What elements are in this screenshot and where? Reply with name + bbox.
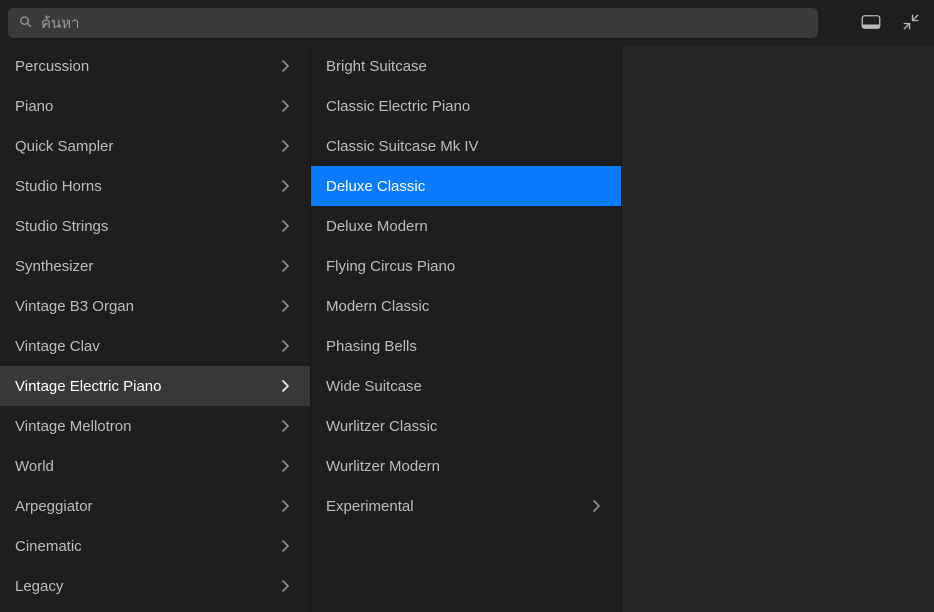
row-label: Modern Classic bbox=[326, 298, 429, 315]
chevron-right-icon bbox=[278, 459, 292, 473]
category-synthesizer[interactable]: Synthesizer bbox=[0, 246, 310, 286]
category-studio-horns[interactable]: Studio Horns bbox=[0, 166, 310, 206]
search-icon bbox=[18, 14, 33, 32]
row-label: Vintage Electric Piano bbox=[15, 378, 161, 395]
chevron-right-icon bbox=[278, 99, 292, 113]
preset-flying-circus-piano[interactable]: Flying Circus Piano bbox=[311, 246, 621, 286]
chevron-right-icon bbox=[278, 59, 292, 73]
chevron-right-icon bbox=[278, 579, 292, 593]
preset-modern-classic[interactable]: Modern Classic bbox=[311, 286, 621, 326]
row-label: Flying Circus Piano bbox=[326, 258, 455, 275]
chevron-right-icon bbox=[278, 139, 292, 153]
collapse-button[interactable] bbox=[896, 8, 926, 38]
preset-phasing-bells[interactable]: Phasing Bells bbox=[311, 326, 621, 366]
preset-wide-suitcase[interactable]: Wide Suitcase bbox=[311, 366, 621, 406]
preset-deluxe-modern[interactable]: Deluxe Modern bbox=[311, 206, 621, 246]
panel-toggle-button[interactable] bbox=[856, 8, 886, 38]
chevron-right-icon bbox=[278, 419, 292, 433]
row-label: Classic Electric Piano bbox=[326, 98, 470, 115]
row-label: World bbox=[15, 458, 54, 475]
panel-icon bbox=[861, 14, 881, 33]
preset-wurlitzer-classic[interactable]: Wurlitzer Classic bbox=[311, 406, 621, 446]
preset-classic-suitcase-mk-iv[interactable]: Classic Suitcase Mk IV bbox=[311, 126, 621, 166]
row-label: Vintage Clav bbox=[15, 338, 100, 355]
row-label: Piano bbox=[15, 98, 53, 115]
row-label: Experimental bbox=[326, 498, 414, 515]
search-input[interactable] bbox=[41, 15, 808, 32]
preset-classic-electric-piano[interactable]: Classic Electric Piano bbox=[311, 86, 621, 126]
preset-column: Bright Suitcase Classic Electric Piano Cla… bbox=[311, 46, 622, 612]
category-vintage-b3-organ[interactable]: Vintage B3 Organ bbox=[0, 286, 310, 326]
chevron-right-icon bbox=[278, 339, 292, 353]
category-piano[interactable]: Piano bbox=[0, 86, 310, 126]
category-studio-strings[interactable]: Studio Strings bbox=[0, 206, 310, 246]
row-label: Quick Sampler bbox=[15, 138, 113, 155]
row-label: Bright Suitcase bbox=[326, 58, 427, 75]
chevron-right-icon bbox=[278, 379, 292, 393]
row-label: Synthesizer bbox=[15, 258, 93, 275]
row-label: Classic Suitcase Mk IV bbox=[326, 138, 479, 155]
chevron-right-icon bbox=[589, 499, 603, 513]
row-label: Vintage B3 Organ bbox=[15, 298, 134, 315]
preset-experimental[interactable]: Experimental bbox=[311, 486, 621, 526]
row-label: Deluxe Modern bbox=[326, 218, 428, 235]
row-label: Legacy bbox=[15, 578, 63, 595]
row-label: Wurlitzer Classic bbox=[326, 418, 437, 435]
row-label: Percussion bbox=[15, 58, 89, 75]
category-column: Percussion Piano Quick Sampler Studio Horns… bbox=[0, 46, 311, 612]
preset-bright-suitcase[interactable]: Bright Suitcase bbox=[311, 46, 621, 86]
category-quick-sampler[interactable]: Quick Sampler bbox=[0, 126, 310, 166]
category-legacy[interactable]: Legacy bbox=[0, 566, 310, 606]
row-label: Phasing Bells bbox=[326, 338, 417, 355]
row-label: Studio Horns bbox=[15, 178, 102, 195]
preset-wurlitzer-modern[interactable]: Wurlitzer Modern bbox=[311, 446, 621, 486]
detail-column bbox=[622, 46, 934, 612]
category-percussion[interactable]: Percussion bbox=[0, 46, 310, 86]
chevron-right-icon bbox=[278, 219, 292, 233]
category-world[interactable]: World bbox=[0, 446, 310, 486]
category-vintage-mellotron[interactable]: Vintage Mellotron bbox=[0, 406, 310, 446]
category-vintage-clav[interactable]: Vintage Clav bbox=[0, 326, 310, 366]
row-label: Wurlitzer Modern bbox=[326, 458, 440, 475]
chevron-right-icon bbox=[278, 259, 292, 273]
collapse-icon bbox=[902, 13, 920, 34]
preset-deluxe-classic[interactable]: Deluxe Classic bbox=[311, 166, 621, 206]
chevron-right-icon bbox=[278, 299, 292, 313]
toolbar bbox=[0, 0, 934, 46]
chevron-right-icon bbox=[278, 499, 292, 513]
category-vintage-electric-piano[interactable]: Vintage Electric Piano bbox=[0, 366, 310, 406]
category-cinematic[interactable]: Cinematic bbox=[0, 526, 310, 566]
row-label: Studio Strings bbox=[15, 218, 108, 235]
search-field[interactable] bbox=[8, 8, 818, 38]
chevron-right-icon bbox=[278, 179, 292, 193]
row-label: Vintage Mellotron bbox=[15, 418, 131, 435]
row-label: Arpeggiator bbox=[15, 498, 93, 515]
row-label: Deluxe Classic bbox=[326, 178, 425, 195]
library-columns: Percussion Piano Quick Sampler Studio Horns… bbox=[0, 46, 934, 612]
category-arpeggiator[interactable]: Arpeggiator bbox=[0, 486, 310, 526]
row-label: Wide Suitcase bbox=[326, 378, 422, 395]
chevron-right-icon bbox=[278, 539, 292, 553]
row-label: Cinematic bbox=[15, 538, 82, 555]
